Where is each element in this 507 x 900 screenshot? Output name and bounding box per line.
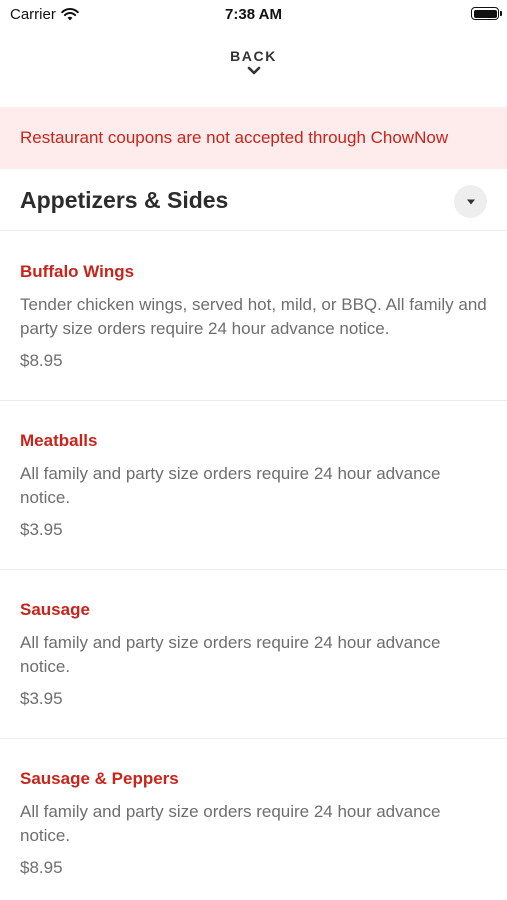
battery-icon <box>471 7 502 20</box>
back-button[interactable]: BACK <box>0 48 507 75</box>
item-price: $8.95 <box>20 858 63 877</box>
item-name: Buffalo Wings <box>20 262 135 281</box>
menu-item-meatballs[interactable]: Meatballs All family and party size orde… <box>0 401 507 570</box>
item-name: Sausage & Peppers <box>20 769 179 788</box>
menu-item-sausage-peppers[interactable]: Sausage & Peppers All family and party s… <box>0 739 507 900</box>
item-name: Meatballs <box>20 431 98 450</box>
status-bar: Carrier 7:38 AM <box>0 0 507 30</box>
item-price: $3.95 <box>20 689 63 708</box>
status-time: 7:38 AM <box>225 6 282 23</box>
item-description: All family and party size orders require… <box>20 633 441 676</box>
coupon-notice-banner: Restaurant coupons are not accepted thro… <box>0 107 507 169</box>
back-label: BACK <box>230 48 277 64</box>
coupon-notice-text: Restaurant coupons are not accepted thro… <box>20 128 449 147</box>
item-description: Tender chicken wings, served hot, mild, … <box>20 295 487 338</box>
item-description: All family and party size orders require… <box>20 464 441 507</box>
menu-item-buffalo-wings[interactable]: Buffalo Wings Tender chicken wings, serv… <box>0 232 507 401</box>
section-header-appetizers[interactable]: Appetizers & Sides <box>0 170 507 231</box>
item-name: Sausage <box>20 600 90 619</box>
chevron-down-icon <box>247 66 260 75</box>
caret-down-icon <box>466 199 475 204</box>
item-price: $8.95 <box>20 351 63 370</box>
item-description: All family and party size orders require… <box>20 802 441 845</box>
menu-item-sausage[interactable]: Sausage All family and party size orders… <box>0 570 507 739</box>
section-title: Appetizers & Sides <box>20 187 229 213</box>
item-price: $3.95 <box>20 520 63 539</box>
section-collapse-button[interactable] <box>454 185 487 218</box>
